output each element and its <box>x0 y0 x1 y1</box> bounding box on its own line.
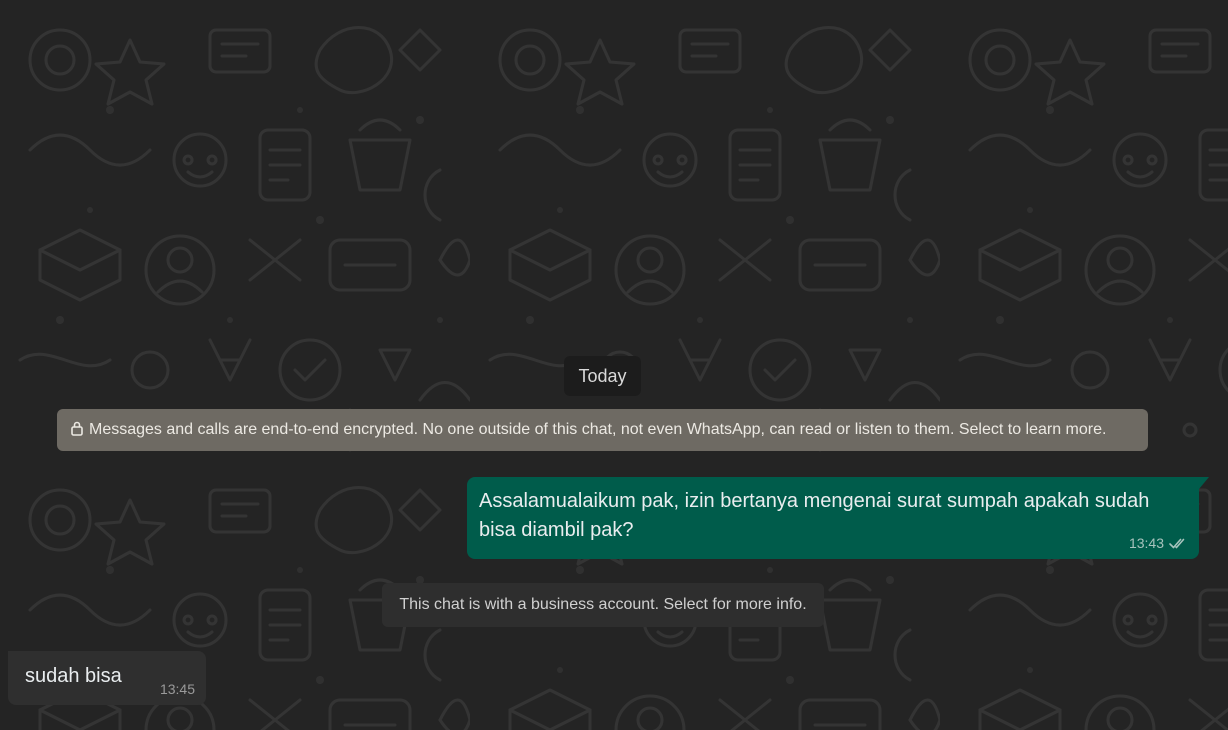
chat-panel: Today Messages and calls are end-to-end … <box>0 0 1228 730</box>
message-meta: 13:43 <box>1129 535 1187 551</box>
double-check-icon <box>1169 538 1185 548</box>
date-divider: Today <box>564 356 641 396</box>
encryption-notice[interactable]: Messages and calls are end-to-end encryp… <box>57 409 1148 451</box>
message-time: 13:43 <box>1128 535 1164 551</box>
incoming-message[interactable]: sudah bisa 13:45 <box>8 651 206 705</box>
encryption-notice-text: Messages and calls are end-to-end encryp… <box>89 421 1107 438</box>
outgoing-message[interactable]: Assalamualaikum pak, izin bertanya menge… <box>467 477 1209 559</box>
message-time: 13:45 <box>159 681 195 697</box>
lock-icon <box>71 421 83 436</box>
message-text: Assalamualaikum pak, izin bertanya menge… <box>479 490 1150 541</box>
business-account-notice[interactable]: This chat is with a business account. Se… <box>382 583 824 627</box>
